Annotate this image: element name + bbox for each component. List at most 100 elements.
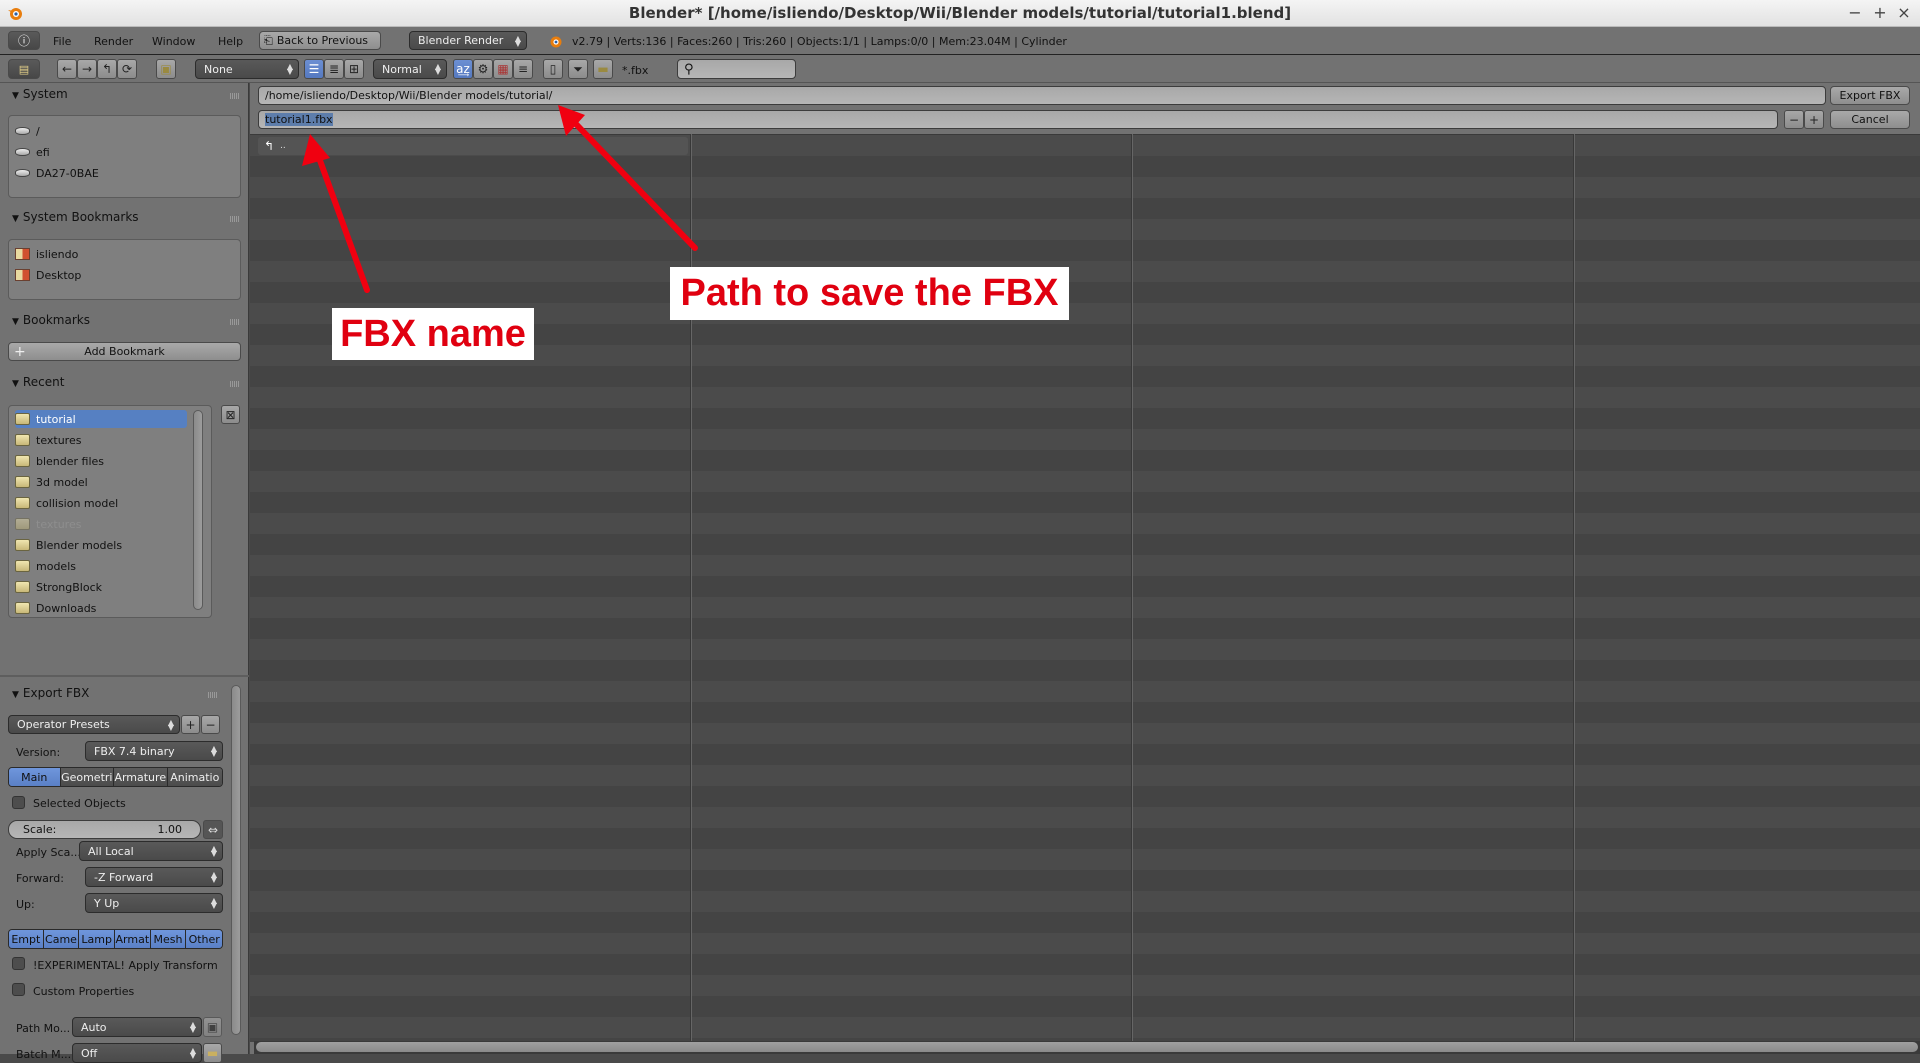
- panel-grip-icon[interactable]: [208, 692, 218, 698]
- menu-help[interactable]: Help: [218, 35, 243, 48]
- toggle-lamp[interactable]: Lamp: [79, 930, 116, 948]
- filter-folder-icon[interactable]: ▬: [593, 59, 613, 79]
- cancel-button[interactable]: Cancel: [1830, 110, 1910, 129]
- forward-dropdown[interactable]: -Z Forward ▲ ▼: [85, 867, 223, 887]
- editor-type-button[interactable]: ▤: [8, 59, 40, 79]
- system-panel-header[interactable]: ▼ System: [12, 87, 68, 101]
- toggle-empty[interactable]: Empt: [9, 930, 44, 948]
- sort-dropdown[interactable]: Normal ▲ ▼: [373, 59, 447, 79]
- tab-main[interactable]: Main: [9, 768, 61, 786]
- list-item[interactable]: DA27-0BAE: [15, 164, 99, 182]
- recent-item[interactable]: blender files: [15, 452, 104, 470]
- operator-panel-scrollbar[interactable]: [231, 685, 241, 1035]
- menu-file[interactable]: File: [53, 35, 71, 48]
- recent-item[interactable]: StrongBlock: [15, 578, 102, 596]
- file-list-horizontal-scrollbar[interactable]: [254, 1041, 1920, 1054]
- recent-item[interactable]: textures: [15, 431, 81, 449]
- sort-extension-icon[interactable]: ⚙: [473, 59, 493, 79]
- path-mode-dropdown[interactable]: Auto ▲ ▼: [72, 1017, 202, 1037]
- export-fbx-button[interactable]: Export FBX: [1830, 86, 1910, 105]
- system-bookmarks-panel-header[interactable]: ▼ System Bookmarks: [12, 210, 139, 224]
- apply-transform-checkbox[interactable]: [12, 957, 25, 970]
- apply-unit-scale-toggle[interactable]: ⇔: [203, 820, 223, 839]
- toggle-other[interactable]: Other: [186, 930, 222, 948]
- bookmarks-panel-header[interactable]: ▼ Bookmarks: [12, 313, 90, 327]
- info-icon: ⓘ: [17, 34, 30, 48]
- batch-own-dir-toggle[interactable]: ▬: [203, 1043, 222, 1063]
- list-item[interactable]: efi: [15, 143, 50, 161]
- apply-scale-dropdown[interactable]: All Local ▲ ▼: [79, 841, 223, 861]
- toggle-mesh[interactable]: Mesh: [150, 930, 187, 948]
- list-item[interactable]: /: [15, 122, 40, 140]
- list-item[interactable]: Desktop: [15, 266, 81, 284]
- toggle-camera[interactable]: Came: [43, 930, 80, 948]
- operator-presets-dropdown[interactable]: Operator Presets ▲ ▼: [8, 715, 180, 734]
- display-long-list-icon[interactable]: ≣: [324, 59, 344, 79]
- maximize-icon[interactable]: +: [1871, 3, 1889, 22]
- refresh-icon[interactable]: ⟳: [117, 59, 137, 79]
- new-folder-icon[interactable]: ▣: [156, 59, 176, 79]
- filter-icon[interactable]: ⏷: [568, 59, 588, 79]
- embed-textures-toggle[interactable]: ▣: [203, 1017, 222, 1037]
- add-bookmark-button[interactable]: + Add Bookmark: [8, 342, 241, 361]
- recent-item[interactable]: models: [15, 557, 76, 575]
- up-dropdown[interactable]: Y Up ▲ ▼: [85, 893, 223, 913]
- batch-mode-dropdown[interactable]: Off ▲ ▼: [72, 1043, 202, 1063]
- list-item[interactable]: isliendo: [15, 245, 78, 263]
- sort-size-icon[interactable]: ≡: [513, 59, 533, 79]
- plus-icon: +: [14, 343, 26, 360]
- parent-directory-entry[interactable]: ↰ ..: [258, 137, 688, 155]
- sort-time-icon[interactable]: ▦: [493, 59, 513, 79]
- filename-input[interactable]: tutorial1.fbx: [258, 110, 1778, 129]
- recent-item[interactable]: collision model: [15, 494, 118, 512]
- blender-logo-icon: [550, 36, 562, 48]
- recent-item[interactable]: 3d model: [15, 473, 88, 491]
- scrollbar-thumb[interactable]: [256, 1042, 1918, 1052]
- panel-grip-icon[interactable]: [230, 216, 240, 222]
- hide-dot-files-icon[interactable]: ▯: [543, 59, 563, 79]
- display-short-list-icon[interactable]: ☰: [304, 59, 324, 79]
- menu-window[interactable]: Window: [152, 35, 195, 48]
- scene-stats: v2.79 | Verts:136 | Faces:260 | Tris:260…: [572, 35, 1067, 48]
- remove-preset-button[interactable]: −: [201, 715, 220, 734]
- back-arrow-icon[interactable]: ←: [57, 59, 77, 79]
- menu-render[interactable]: Render: [94, 35, 133, 48]
- sort-value: Normal: [382, 62, 422, 76]
- display-thumbnails-icon[interactable]: ⊞: [344, 59, 364, 79]
- recent-list-scrollbar[interactable]: [193, 410, 203, 610]
- recent-panel-header[interactable]: ▼ Recent: [12, 375, 64, 389]
- scale-field[interactable]: Scale: 1.00: [8, 820, 201, 839]
- custom-properties-checkbox[interactable]: [12, 983, 25, 996]
- editor-type-button[interactable]: ⓘ: [8, 31, 40, 50]
- search-input[interactable]: ⚲: [677, 59, 796, 79]
- render-engine-dropdown[interactable]: Blender Render ▲ ▼: [409, 31, 527, 50]
- decrement-filename-button[interactable]: −: [1784, 110, 1804, 129]
- panel-grip-icon[interactable]: [230, 381, 240, 387]
- export-fbx-panel-header[interactable]: ▼ Export FBX: [12, 686, 89, 700]
- selected-objects-checkbox[interactable]: [12, 796, 25, 809]
- recursion-dropdown[interactable]: None ▲ ▼: [195, 59, 299, 79]
- panel-grip-icon[interactable]: [230, 93, 240, 99]
- recent-item[interactable]: Blender models: [15, 536, 122, 554]
- minimize-icon[interactable]: −: [1846, 3, 1864, 22]
- recent-item[interactable]: textures: [15, 515, 81, 533]
- clear-recent-button[interactable]: ⊠: [221, 405, 240, 424]
- forward-arrow-icon[interactable]: →: [77, 59, 97, 79]
- fbx-name-callout: FBX name: [332, 308, 534, 360]
- add-preset-button[interactable]: +: [181, 715, 200, 734]
- toggle-armature[interactable]: Armat: [115, 930, 151, 948]
- version-dropdown[interactable]: FBX 7.4 binary ▲ ▼: [85, 741, 223, 761]
- tab-armature[interactable]: Armature: [114, 768, 168, 786]
- recent-item[interactable]: Downloads: [15, 599, 96, 617]
- back-to-previous-button[interactable]: ⎗ Back to Previous: [259, 31, 381, 50]
- close-icon[interactable]: ×: [1895, 3, 1913, 22]
- panel-grip-icon[interactable]: [230, 319, 240, 325]
- directory-path-input[interactable]: /home/isliendo/Desktop/Wii/Blender model…: [258, 86, 1826, 105]
- up-label: Up:: [16, 898, 35, 911]
- tab-geometry[interactable]: Geometri: [60, 768, 115, 786]
- parent-dir-icon[interactable]: ↰: [97, 59, 117, 79]
- recent-item[interactable]: tutorial: [15, 410, 187, 428]
- tab-animation[interactable]: Animatio: [167, 768, 222, 786]
- sort-alpha-icon[interactable]: a͢z: [453, 59, 473, 79]
- increment-filename-button[interactable]: +: [1804, 110, 1824, 129]
